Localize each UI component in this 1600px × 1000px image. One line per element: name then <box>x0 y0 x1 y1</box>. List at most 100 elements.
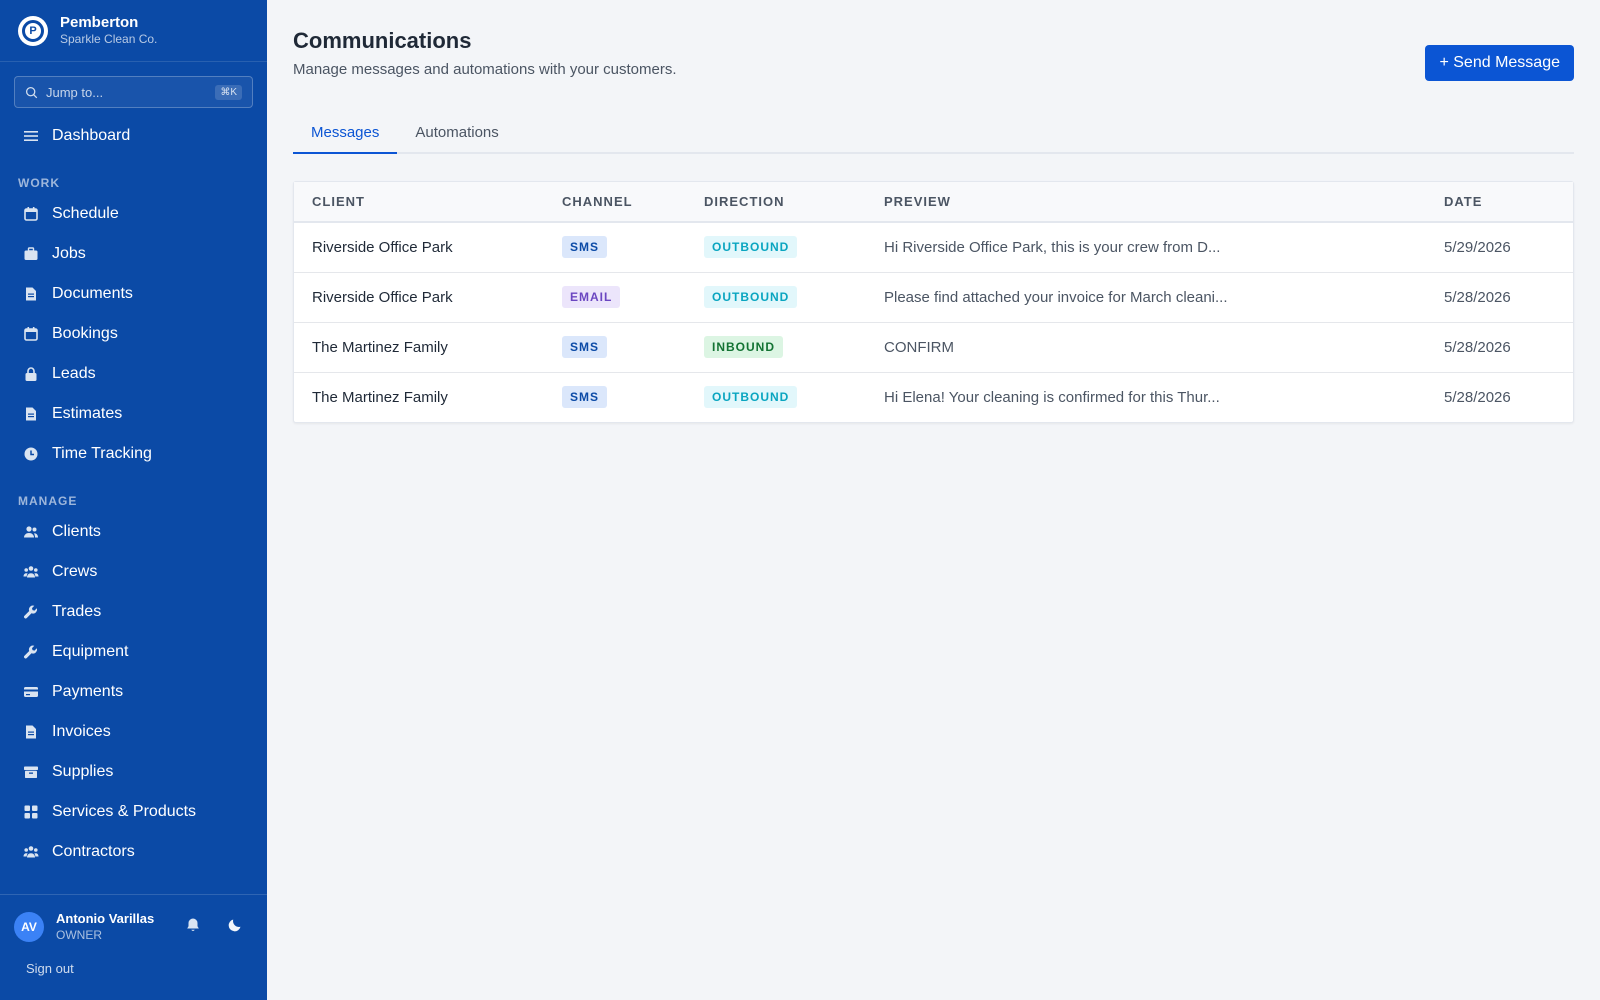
sidebar-item-invoices[interactable]: Invoices <box>0 712 267 752</box>
sidebar-item-label: Schedule <box>52 205 119 222</box>
send-message-button[interactable]: + Send Message <box>1425 45 1574 81</box>
jump-to-search[interactable]: Jump to... ⌘K <box>14 76 253 108</box>
sidebar-section-manage: MANAGE <box>18 494 78 508</box>
grid-icon <box>22 803 40 821</box>
column-header-preview[interactable]: PREVIEW <box>866 182 1426 223</box>
archive-icon <box>22 763 40 781</box>
sidebar-item-bookings[interactable]: Bookings <box>0 314 267 354</box>
document-icon <box>22 405 40 423</box>
preview-cell: CONFIRM <box>866 322 1426 373</box>
channel-badge: SMS <box>562 386 608 409</box>
sidebar-item-label: Trades <box>52 603 102 620</box>
table-row[interactable]: The Martinez Family SMS INBOUND CONFIRM 5/28… <box>294 322 1573 373</box>
sidebar-item-label: Supplies <box>52 763 114 780</box>
tab-automations[interactable]: Automations <box>397 112 516 152</box>
sign-out-link[interactable]: Sign out <box>0 943 267 976</box>
direction-badge: OUTBOUND <box>704 386 798 409</box>
sidebar-item-time-tracking[interactable]: Time Tracking <box>0 434 267 474</box>
calendar-icon <box>22 325 40 343</box>
brand-logo: P <box>18 15 48 46</box>
date-cell: 5/28/2026 <box>1426 322 1573 373</box>
users-icon <box>22 523 40 541</box>
direction-cell: OUTBOUND <box>686 372 866 422</box>
sidebar-item-label: Dashboard <box>52 127 131 144</box>
table-row[interactable]: Riverside Office Park SMS OUTBOUND Hi River… <box>294 222 1573 273</box>
sidebar-item-supplies[interactable]: Supplies <box>0 752 267 792</box>
direction-badge: OUTBOUND <box>704 286 798 308</box>
sidebar-item-clients[interactable]: Clients <box>0 512 267 552</box>
user-role: OWNER <box>56 928 102 942</box>
column-header-client[interactable]: CLIENT <box>294 182 544 223</box>
direction-badge: OUTBOUND <box>704 236 798 259</box>
sidebar-item-contractors[interactable]: Contractors <box>0 832 267 872</box>
page-title: Communications <box>293 28 472 53</box>
brand-header[interactable]: P Pemberton Sparkle Clean Co. <box>0 0 267 62</box>
channel-badge: SMS <box>562 336 608 358</box>
shortcut-hint: ⌘K <box>215 84 242 100</box>
messages-table: CLIENT CHANNEL DIRECTION PREVIEW DATE Rivers… <box>293 181 1574 423</box>
sidebar-item-schedule[interactable]: Schedule <box>0 194 267 234</box>
group-icon <box>22 843 40 861</box>
channel-cell: SMS <box>544 372 686 422</box>
main-content: Communications Manage messages and autom… <box>267 0 1600 1000</box>
table-body: Riverside Office Park SMS OUTBOUND Hi River… <box>294 222 1573 422</box>
sidebar-item-label: Jobs <box>52 245 86 262</box>
sidebar-item-payments[interactable]: Payments <box>0 672 267 712</box>
column-header-direction[interactable]: DIRECTION <box>686 182 866 223</box>
briefcase-icon <box>22 245 40 263</box>
date-cell: 5/28/2026 <box>1426 272 1573 323</box>
credit-card-icon <box>22 683 40 701</box>
channel-cell: SMS <box>544 222 686 273</box>
client-cell: The Martinez Family <box>312 388 448 406</box>
sidebar-footer: AV Antonio Varillas OWNER Sign out <box>0 894 267 1000</box>
direction-cell: OUTBOUND <box>686 272 866 323</box>
document-icon <box>22 723 40 741</box>
moon-icon[interactable] <box>227 917 243 938</box>
channel-badge: SMS <box>562 236 608 259</box>
sidebar-item-label: Invoices <box>52 723 111 740</box>
sidebar-item-label: Bookings <box>52 325 118 342</box>
channel-cell: EMAIL <box>544 272 686 323</box>
calendar-icon <box>22 205 40 223</box>
brand-name: Pemberton <box>60 14 139 31</box>
preview-cell: Hi Riverside Office Park, this is your c… <box>866 222 1426 273</box>
sidebar-item-leads[interactable]: Leads <box>0 354 267 394</box>
sidebar-item-label: Estimates <box>52 405 123 422</box>
sidebar-item-equipment[interactable]: Equipment <box>0 632 267 672</box>
wrench-icon <box>22 643 40 661</box>
column-header-date[interactable]: DATE <box>1426 182 1573 223</box>
sidebar-item-dashboard[interactable]: Dashboard <box>0 116 267 156</box>
channel-badge: EMAIL <box>562 286 621 308</box>
table-row[interactable]: The Martinez Family SMS OUTBOUND Hi Elena! … <box>294 372 1573 422</box>
date-cell: 5/28/2026 <box>1444 388 1511 406</box>
page-subtitle: Manage messages and automations with you… <box>293 61 677 78</box>
sidebar-item-label: Services & Products <box>52 803 197 820</box>
sidebar-item-services-and-products[interactable]: Services & Products <box>0 792 267 832</box>
sidebar-nav: Dashboard WORK Schedule Jobs Documents Bookin… <box>0 116 267 906</box>
sidebar-item-jobs[interactable]: Jobs <box>0 234 267 274</box>
avatar[interactable]: AV <box>14 912 44 942</box>
date-cell: 5/29/2026 <box>1426 222 1573 273</box>
sidebar-item-label: Payments <box>52 683 124 700</box>
brand-company: Sparkle Clean Co. <box>60 32 158 46</box>
channel-cell: SMS <box>544 322 686 373</box>
sidebar-item-estimates[interactable]: Estimates <box>0 394 267 434</box>
sidebar-item-label: Leads <box>52 365 96 382</box>
preview-cell: Please find attached your invoice for Ma… <box>866 272 1426 323</box>
sidebar-section-work: WORK <box>18 176 60 190</box>
tab-messages[interactable]: Messages <box>293 112 398 154</box>
client-cell: Riverside Office Park <box>294 272 544 323</box>
sidebar-item-crews[interactable]: Crews <box>0 552 267 592</box>
jump-to-placeholder: Jump to... <box>46 84 104 100</box>
column-header-channel[interactable]: CHANNEL <box>544 182 686 223</box>
table-row[interactable]: Riverside Office Park EMAIL OUTBOUND Please… <box>294 272 1573 323</box>
tab-bar: Messages Automations <box>293 112 1574 154</box>
preview-cell: Hi Elena! Your cleaning is confirmed for… <box>884 388 1220 406</box>
client-cell: The Martinez Family <box>294 322 544 373</box>
sidebar-item-label: Contractors <box>52 843 135 860</box>
document-icon <box>22 285 40 303</box>
client-cell: Riverside Office Park <box>294 222 544 273</box>
bell-icon[interactable] <box>185 917 201 938</box>
sidebar-item-trades[interactable]: Trades <box>0 592 267 632</box>
sidebar-item-documents[interactable]: Documents <box>0 274 267 314</box>
